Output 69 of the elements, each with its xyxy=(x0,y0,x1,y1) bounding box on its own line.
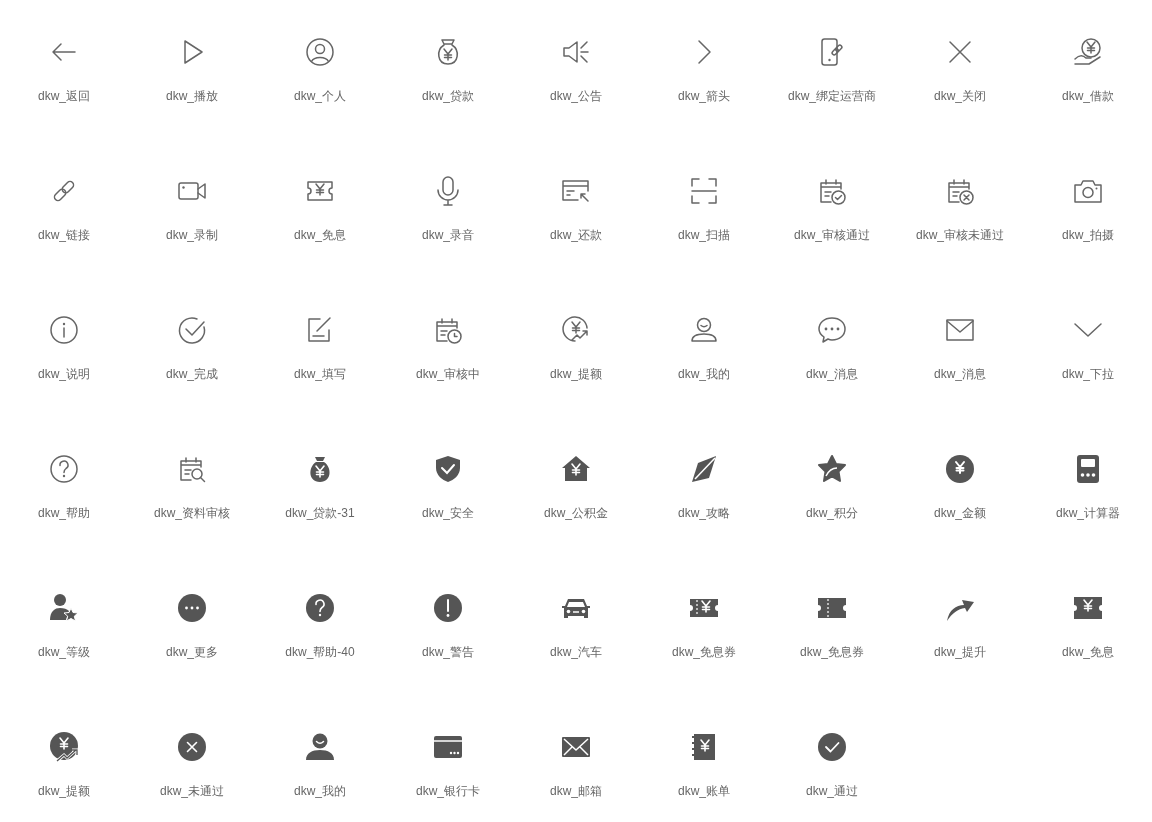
icon-label: dkw_账单 xyxy=(678,783,730,800)
icon-label: dkw_免息 xyxy=(294,227,346,244)
icon-label: dkw_我的 xyxy=(294,783,346,800)
icon-label: dkw_贷款 xyxy=(422,88,474,105)
cross-circle-icon xyxy=(176,731,208,763)
icon-label: dkw_帮助 xyxy=(38,505,90,522)
icon-label: dkw_金额 xyxy=(934,505,986,522)
icon-label: dkw_提额 xyxy=(550,366,602,383)
icon-label: dkw_未通过 xyxy=(160,783,224,800)
help-icon xyxy=(48,453,80,485)
icon-label: dkw_公积金 xyxy=(544,505,608,522)
icon-label: dkw_说明 xyxy=(38,366,90,383)
icon-label: dkw_扫描 xyxy=(678,227,730,244)
icon-label: dkw_计算器 xyxy=(1056,505,1120,522)
icon-label: dkw_下拉 xyxy=(1062,366,1114,383)
more-icon xyxy=(176,592,208,624)
icon-label: dkw_关闭 xyxy=(934,88,986,105)
icon-label: dkw_个人 xyxy=(294,88,346,105)
check-circle-icon xyxy=(816,731,848,763)
icon-label: dkw_借款 xyxy=(1062,88,1114,105)
icon-label: dkw_免息券 xyxy=(672,644,736,661)
icon-label: dkw_汽车 xyxy=(550,644,602,661)
icon-label: dkw_警告 xyxy=(422,644,474,661)
icon-label: dkw_返回 xyxy=(38,88,90,105)
icon-label: dkw_审核未通过 xyxy=(916,227,1004,244)
icon-label: dkw_链接 xyxy=(38,227,90,244)
icon-label: dkw_银行卡 xyxy=(416,783,480,800)
icon-label: dkw_绑定运营商 xyxy=(788,88,876,105)
icon-label: dkw_提额 xyxy=(38,783,90,800)
icon-label: dkw_更多 xyxy=(166,644,218,661)
check-circle-icon xyxy=(176,314,208,346)
icon-label: dkw_积分 xyxy=(806,505,858,522)
warning-icon xyxy=(432,592,464,624)
icon-label: dkw_录音 xyxy=(422,227,474,244)
icon-label: dkw_通过 xyxy=(806,783,858,800)
yen-coin-icon xyxy=(944,453,976,485)
hand-coin-icon xyxy=(1072,36,1104,68)
yen-trend-icon xyxy=(48,731,80,763)
icon-label: dkw_我的 xyxy=(678,366,730,383)
icon-label: dkw_帮助-40 xyxy=(285,644,355,661)
icon-label: dkw_贷款-31 xyxy=(285,505,355,522)
icon-label: dkw_安全 xyxy=(422,505,474,522)
icon-label: dkw_审核通过 xyxy=(794,227,870,244)
icon-label: dkw_审核中 xyxy=(416,366,480,383)
icon-label: dkw_攻略 xyxy=(678,505,730,522)
user-circle-icon xyxy=(304,36,336,68)
help-icon xyxy=(304,592,336,624)
chat-bubble-icon xyxy=(816,314,848,346)
icon-label: dkw_资料审核 xyxy=(154,505,230,522)
icon-label: dkw_消息 xyxy=(806,366,858,383)
icon-label: dkw_公告 xyxy=(550,88,602,105)
icon-label: dkw_提升 xyxy=(934,644,986,661)
user-star-icon xyxy=(48,592,80,624)
icon-label: dkw_还款 xyxy=(550,227,602,244)
icon-label: dkw_消息 xyxy=(934,366,986,383)
icon-label: dkw_完成 xyxy=(166,366,218,383)
icon-label: dkw_免息 xyxy=(1062,644,1114,661)
icon-label: dkw_填写 xyxy=(294,366,346,383)
icon-label: dkw_录制 xyxy=(166,227,218,244)
star-icon xyxy=(816,453,848,485)
info-icon xyxy=(48,314,80,346)
icon-label: dkw_拍摄 xyxy=(1062,227,1114,244)
icon-label: dkw_邮箱 xyxy=(550,783,602,800)
icon-label: dkw_免息券 xyxy=(800,644,864,661)
scan-icon xyxy=(688,175,720,207)
icon-label: dkw_等级 xyxy=(38,644,90,661)
icon-label: dkw_播放 xyxy=(166,88,218,105)
user-icon xyxy=(304,731,336,763)
icon-label: dkw_箭头 xyxy=(678,88,730,105)
